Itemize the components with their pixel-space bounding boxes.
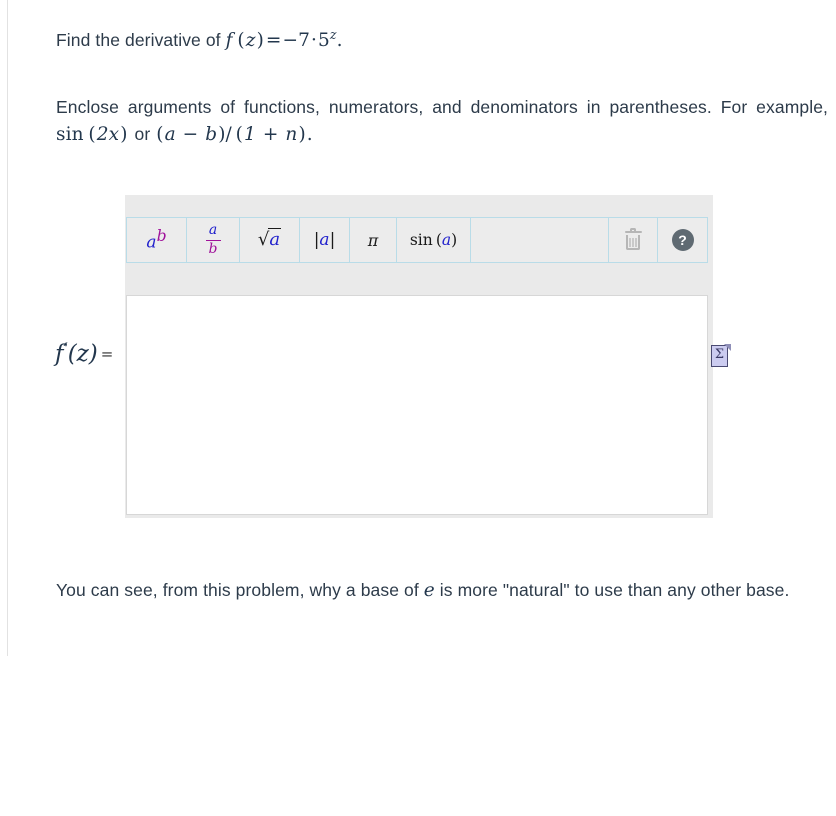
absolute-value-button-label: |a| (313, 229, 336, 250)
pi-button[interactable]: π (350, 218, 397, 262)
closing-text-part2: is more "natural" to use than any other … (439, 580, 790, 600)
toolbar-spacer (471, 218, 609, 262)
trash-icon (624, 227, 642, 250)
answer-label: f′(z) = (55, 340, 113, 367)
closing-paragraph: You can see, from this problem, why a ba… (56, 577, 828, 604)
prompt-function-name: f (225, 30, 233, 52)
prompt-exponent: z (329, 27, 337, 42)
answer-label-function: f (55, 341, 64, 367)
closing-text-part1: You can see, from this problem, why a ba… (56, 580, 419, 600)
delete-button[interactable] (609, 218, 658, 262)
square-root-button-label: √a (257, 228, 282, 250)
sine-button[interactable]: sin (a) (397, 218, 471, 262)
exponent-button-label: ab (146, 226, 167, 253)
fraction-button[interactable]: a b (187, 218, 240, 262)
closing-math-e: e (423, 580, 435, 601)
prompt-equation: f (z) =−7·5z. (225, 27, 343, 52)
prompt-dot: · (310, 30, 317, 52)
square-root-button[interactable]: √a (240, 218, 300, 262)
sine-button-label: sin (a) (409, 231, 458, 249)
problem-prompt: Find the derivative of f (z) =−7·5z. (56, 21, 816, 54)
fraction-button-label: a b (205, 223, 221, 256)
instruction-example-sin: sin (2x) (56, 124, 128, 145)
math-document-icon[interactable]: Σ (711, 344, 731, 369)
pi-button-label: π (367, 230, 379, 250)
prompt-coefficient: −7 (282, 30, 310, 52)
prompt-base: 5 (317, 30, 330, 52)
instruction-paragraph: Enclose arguments of functions, numerato… (56, 94, 828, 148)
instruction-example-fraction: (a − b)/ (1 + n). (156, 124, 313, 145)
help-button[interactable]: ? (658, 218, 707, 262)
prompt-variable: z (245, 30, 256, 52)
answer-label-equals: = (100, 345, 114, 363)
math-answer-panel: ab a b √a |a| π sin (a) ? (125, 195, 713, 518)
content-column: Find the derivative of f (z) =−7·5z. Encl… (7, 0, 836, 656)
answer-label-variable: (z) (67, 341, 98, 367)
instruction-text: Enclose arguments of functions, numerato… (56, 97, 828, 117)
answer-input[interactable] (126, 295, 708, 515)
instruction-conjunction: or (134, 124, 151, 144)
prompt-period: . (336, 30, 343, 52)
sigma-glyph: Σ (714, 347, 725, 362)
math-toolbar: ab a b √a |a| π sin (a) ? (126, 217, 708, 263)
prompt-lead-text: Find the derivative of (56, 30, 221, 51)
prompt-equals: = (265, 30, 282, 52)
help-icon: ? (671, 229, 694, 251)
exponent-button[interactable]: ab (127, 218, 187, 262)
absolute-value-button[interactable]: |a| (300, 218, 350, 262)
